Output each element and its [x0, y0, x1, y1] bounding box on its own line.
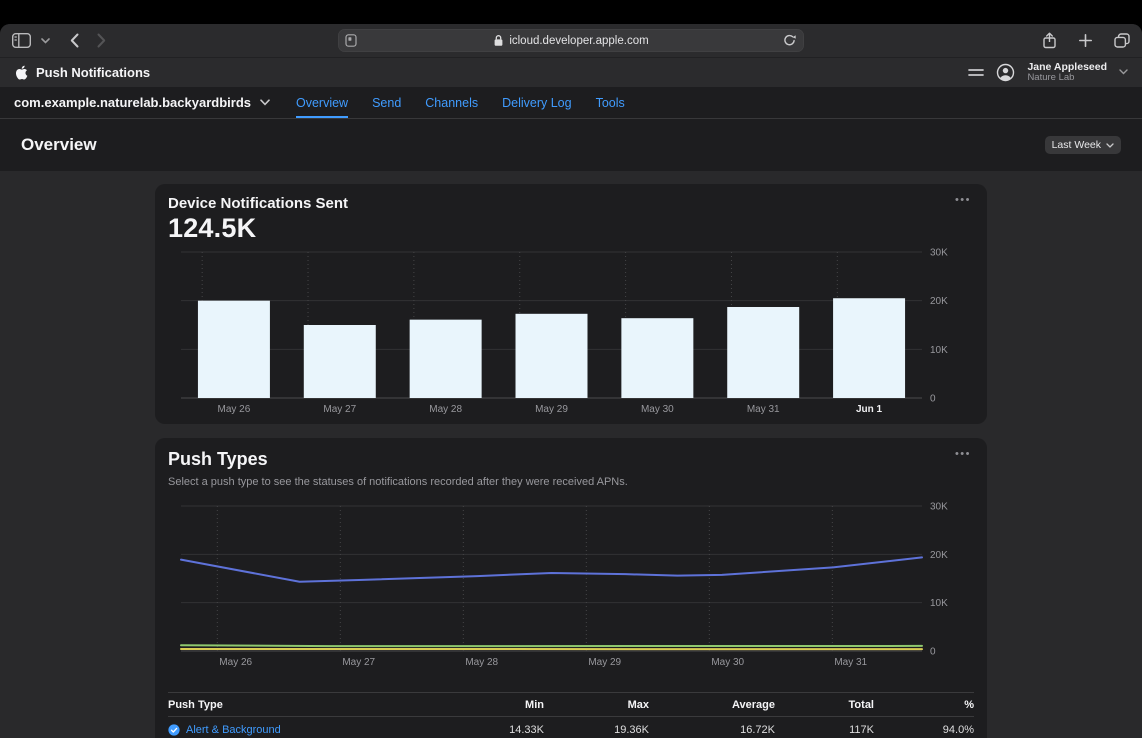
- time-range-button[interactable]: Last Week: [1045, 136, 1121, 154]
- cell-total: 117K: [775, 724, 874, 736]
- lock-icon: [493, 34, 504, 47]
- svg-text:May 26: May 26: [219, 657, 252, 668]
- push-types-card: ••• Push Types Select a push type to see…: [155, 438, 987, 738]
- user-info[interactable]: Jane Appleseed Nature Lab: [1027, 61, 1107, 84]
- bundle-chevron-down-icon: [260, 99, 270, 106]
- card-title: Device Notifications Sent: [168, 195, 974, 212]
- card-subtitle: Select a push type to see the statuses o…: [168, 476, 974, 488]
- svg-text:May 31: May 31: [747, 404, 780, 415]
- tab-send[interactable]: Send: [372, 87, 401, 118]
- svg-text:May 29: May 29: [535, 404, 568, 415]
- svg-text:May 28: May 28: [465, 657, 498, 668]
- bar-chart: 0 10K 20K 30K May 26 May 27 May 28 May 29 May 30…: [168, 244, 974, 416]
- menu-icon[interactable]: [968, 67, 984, 78]
- col-push-type: Push Type: [168, 699, 434, 711]
- cell-min: 14.33K: [434, 724, 544, 736]
- app-title: Push Notifications: [36, 65, 150, 80]
- share-icon[interactable]: [1042, 32, 1057, 49]
- table-header-row: Push Type Min Max Average Total %: [168, 692, 974, 717]
- tab-overview[interactable]: Overview: [296, 87, 348, 118]
- tab-channels[interactable]: Channels: [425, 87, 478, 118]
- bundle-id: com.example.naturelab.backyardbirds: [14, 95, 251, 110]
- browser-toolbar: icloud.developer.apple.com: [0, 24, 1142, 57]
- svg-text:May 30: May 30: [641, 404, 674, 415]
- svg-text:20K: 20K: [930, 550, 948, 561]
- svg-text:20K: 20K: [930, 296, 948, 307]
- col-max: Max: [544, 699, 649, 711]
- forward-button[interactable]: [97, 33, 106, 48]
- device-notifications-card: ••• Device Notifications Sent 124.5K 0 10…: [155, 184, 987, 424]
- bundle-id-selector[interactable]: com.example.naturelab.backyardbirds: [14, 87, 270, 118]
- url-text: icloud.developer.apple.com: [493, 34, 648, 47]
- push-type-name: Alert & Background: [186, 724, 281, 736]
- app-header: Push Notifications Jane Appleseed Nature…: [0, 57, 1142, 87]
- sidebar-toggle-button[interactable]: [12, 33, 31, 48]
- svg-text:0: 0: [930, 647, 936, 658]
- col-total: Total: [775, 699, 874, 711]
- user-avatar-icon[interactable]: [996, 63, 1015, 82]
- svg-text:10K: 10K: [930, 345, 948, 356]
- svg-text:May 27: May 27: [323, 404, 356, 415]
- svg-text:May 28: May 28: [429, 404, 462, 415]
- selected-check-icon[interactable]: [168, 724, 180, 736]
- page-header: Overview Last Week: [0, 119, 1142, 171]
- svg-text:May 31: May 31: [834, 657, 867, 668]
- cell-max: 19.36K: [544, 724, 649, 736]
- app-navbar: com.example.naturelab.backyardbirds Over…: [0, 87, 1142, 119]
- new-tab-icon[interactable]: [1079, 34, 1092, 47]
- page-title: Overview: [21, 135, 97, 155]
- tab-delivery-log[interactable]: Delivery Log: [502, 87, 571, 118]
- table-row: Alert & Background 14.33K 19.36K 16.72K …: [168, 717, 974, 738]
- tab-tools[interactable]: Tools: [596, 87, 625, 118]
- svg-text:May 26: May 26: [218, 404, 251, 415]
- svg-text:30K: 30K: [930, 248, 948, 259]
- svg-text:10K: 10K: [930, 598, 948, 609]
- col-min: Min: [434, 699, 544, 711]
- nav-tabs: Overview Send Channels Delivery Log Tool…: [296, 87, 625, 118]
- col-average: Average: [649, 699, 775, 711]
- card-title: Push Types: [168, 449, 974, 470]
- card-menu-button[interactable]: •••: [955, 448, 971, 460]
- svg-text:0: 0: [930, 394, 936, 405]
- sidebar-chevron-down-icon[interactable]: [41, 38, 50, 44]
- svg-text:Jun 1: Jun 1: [856, 404, 883, 415]
- page-content: ••• Device Notifications Sent 124.5K 0 10…: [0, 171, 1142, 738]
- back-button[interactable]: [70, 33, 79, 48]
- card-menu-button[interactable]: •••: [955, 194, 971, 206]
- safari-window: icloud.developer.apple.com Push Notifica…: [0, 24, 1142, 738]
- tab-overview-icon[interactable]: [1114, 33, 1130, 48]
- apple-logo-icon: [14, 64, 28, 81]
- reload-button[interactable]: [783, 33, 796, 47]
- cell-percent: 94.0%: [874, 724, 974, 736]
- user-org: Nature Lab: [1027, 73, 1107, 84]
- col-percent: %: [874, 699, 974, 711]
- user-chevron-down-icon[interactable]: [1119, 69, 1128, 75]
- page-menu-icon[interactable]: [345, 34, 357, 47]
- svg-text:May 29: May 29: [588, 657, 621, 668]
- notifications-total: 124.5K: [168, 213, 974, 244]
- svg-text:May 27: May 27: [342, 657, 375, 668]
- time-range-chevron-down-icon: [1106, 143, 1114, 148]
- address-bar[interactable]: icloud.developer.apple.com: [338, 29, 804, 52]
- line-chart: 0 10K 20K 30K May 26 May 27 May 28 May 29 May 30…: [168, 494, 974, 682]
- push-type-link[interactable]: Alert & Background: [168, 724, 434, 736]
- cell-average: 16.72K: [649, 724, 775, 736]
- time-range-label: Last Week: [1052, 139, 1101, 151]
- svg-text:May 30: May 30: [711, 657, 744, 668]
- svg-text:30K: 30K: [930, 502, 948, 513]
- push-type-table: Push Type Min Max Average Total % Alert …: [168, 692, 974, 738]
